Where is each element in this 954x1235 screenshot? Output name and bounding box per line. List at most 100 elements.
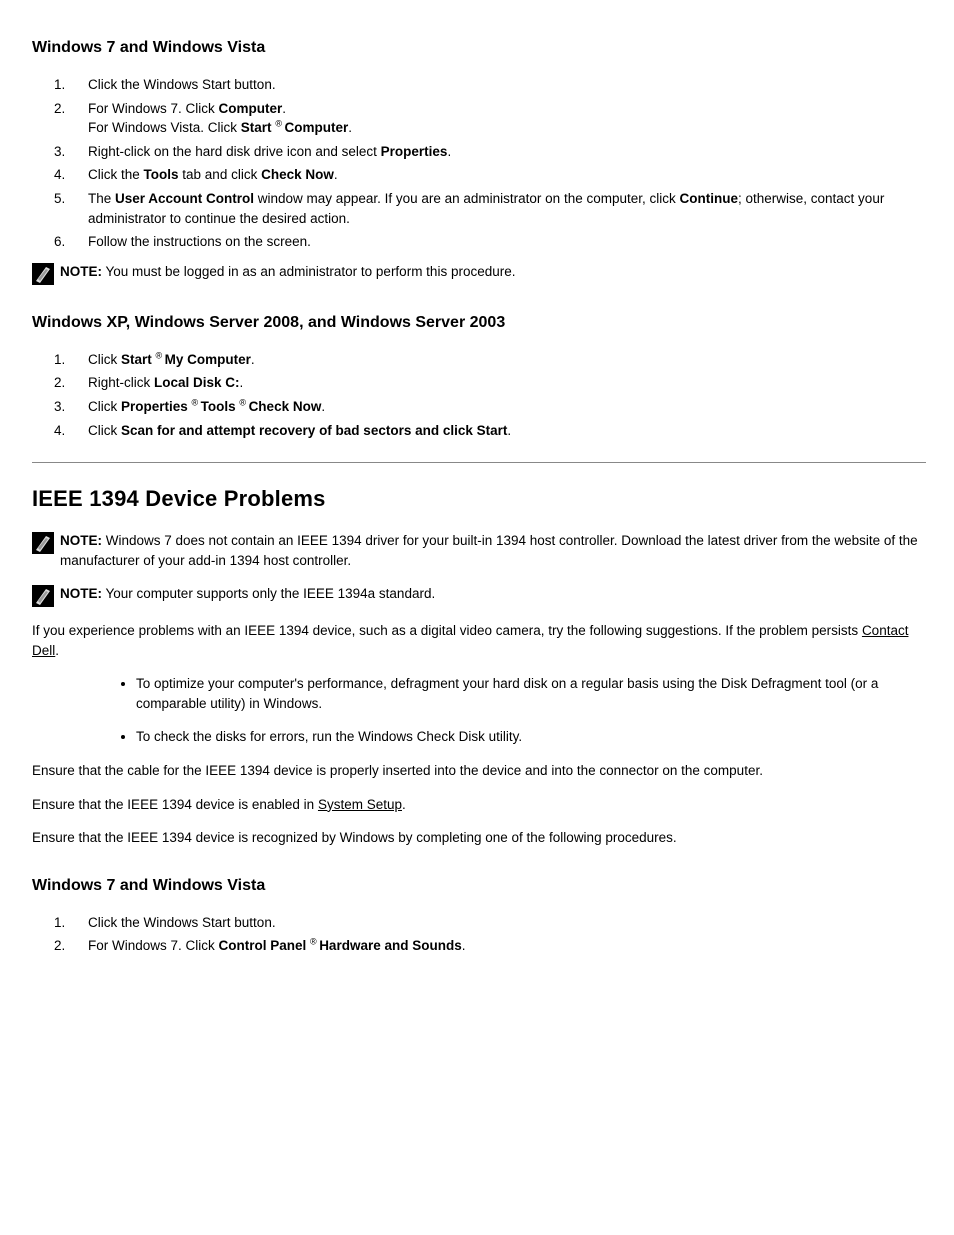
note-text: NOTE: Windows 7 does not contain an IEEE…	[60, 531, 926, 570]
note-row: NOTE: You must be logged in as an admini…	[32, 262, 926, 285]
bold: Properties	[121, 399, 192, 414]
text: .	[507, 423, 511, 438]
step-row: 2. For Windows 7. Click Computer. For Wi…	[32, 99, 926, 138]
registered-icon: ®	[310, 937, 319, 947]
registered-icon: ®	[156, 350, 165, 360]
bold: Properties	[381, 144, 448, 159]
step-row: 4. Click the Tools tab and click Check N…	[32, 165, 926, 185]
step-row: 3. Click Properties ® Tools ® Check Now.	[32, 397, 926, 417]
list-item: To optimize your computer's performance,…	[136, 674, 926, 713]
text: Click the	[88, 167, 144, 182]
bold: Scan for and attempt recovery of bad sec…	[121, 423, 507, 438]
text: .	[240, 375, 244, 390]
note-icon	[32, 585, 54, 607]
section-title: IEEE 1394 Device Problems	[32, 483, 926, 515]
text: For Windows Vista. Click	[88, 120, 241, 135]
step-number: 2.	[32, 373, 88, 393]
text: Ensure that the IEEE 1394 device is reco…	[32, 830, 677, 845]
text: .	[282, 101, 286, 116]
text: Click	[88, 352, 121, 367]
text: .	[462, 938, 466, 953]
text: Ensure that the IEEE 1394 device is enab…	[32, 797, 318, 812]
text: Ensure that the cable for the IEEE 1394 …	[32, 763, 763, 778]
note-label: NOTE:	[60, 586, 102, 601]
bold: Start	[121, 352, 156, 367]
note-text: NOTE: Your computer supports only the IE…	[60, 584, 926, 604]
step-text: Click Scan for and attempt recovery of b…	[88, 421, 926, 441]
paragraph: Ensure that the IEEE 1394 device is enab…	[32, 795, 926, 815]
bold: Control Panel	[219, 938, 311, 953]
note-row: NOTE: Your computer supports only the IE…	[32, 584, 926, 607]
step-number: 2.	[32, 936, 88, 956]
divider	[32, 462, 926, 463]
step-number: 2.	[32, 99, 88, 138]
step-text: Click Start ® My Computer.	[88, 350, 926, 370]
text: .	[321, 399, 325, 414]
step-text: Click the Windows Start button.	[88, 75, 926, 95]
bold: Tools	[144, 167, 179, 182]
step-row: 4. Click Scan for and attempt recovery o…	[32, 421, 926, 441]
note-label: NOTE:	[60, 533, 102, 548]
registered-icon: ®	[192, 398, 201, 408]
step-text: Click the Tools tab and click Check Now.	[88, 165, 926, 185]
text: Your computer supports only the IEEE 139…	[102, 586, 435, 601]
step-text: For Windows 7. Click Computer. For Windo…	[88, 99, 926, 138]
step-text: Right-click Local Disk C:.	[88, 373, 926, 393]
step-number: 1.	[32, 913, 88, 933]
bold: Local Disk C:	[154, 375, 240, 390]
heading-win7vista: Windows 7 and Windows Vista	[32, 36, 926, 59]
step-number: 1.	[32, 350, 88, 370]
system-setup-link[interactable]: System Setup	[318, 797, 402, 812]
text: If you experience problems with an IEEE …	[32, 623, 862, 638]
text: For Windows 7. Click	[88, 101, 219, 116]
step-number: 3.	[32, 142, 88, 162]
suggestion-list: To optimize your computer's performance,…	[32, 674, 926, 747]
bold: Continue	[680, 191, 739, 206]
list-item: To check the disks for errors, run the W…	[136, 727, 926, 747]
step-row: 6. Follow the instructions on the screen…	[32, 232, 926, 252]
text: .	[251, 352, 255, 367]
note-row: NOTE: Windows 7 does not contain an IEEE…	[32, 531, 926, 570]
step-row: 5. The User Account Control window may a…	[32, 189, 926, 228]
bold: My Computer	[165, 352, 251, 367]
step-number: 4.	[32, 165, 88, 185]
text: .	[402, 797, 406, 812]
paragraph: If you experience problems with an IEEE …	[32, 621, 926, 660]
bold: Check Now	[261, 167, 334, 182]
text: Right-click	[88, 375, 154, 390]
text: Click	[88, 423, 121, 438]
text: Windows 7 does not contain an IEEE 1394 …	[60, 533, 918, 568]
step-text: Follow the instructions on the screen.	[88, 232, 926, 252]
text: The	[88, 191, 115, 206]
step-number: 6.	[32, 232, 88, 252]
note-icon	[32, 532, 54, 554]
step-row: 3. Right-click on the hard disk drive ic…	[32, 142, 926, 162]
paragraph: Ensure that the IEEE 1394 device is reco…	[32, 828, 926, 848]
bold: Hardware and Sounds	[319, 938, 462, 953]
step-text: Right-click on the hard disk drive icon …	[88, 142, 926, 162]
text: Click	[88, 399, 121, 414]
bold: Check Now	[249, 399, 322, 414]
heading-win7vista-bottom: Windows 7 and Windows Vista	[32, 874, 926, 897]
step-number: 3.	[32, 397, 88, 417]
text: .	[447, 144, 451, 159]
bold: User Account Control	[115, 191, 254, 206]
bold: Start	[241, 120, 276, 135]
text: .	[348, 120, 352, 135]
step-row: 1. Click the Windows Start button.	[32, 913, 926, 933]
step-text: The User Account Control window may appe…	[88, 189, 926, 228]
text: tab and click	[179, 167, 262, 182]
step-row: 1. Click the Windows Start button.	[32, 75, 926, 95]
step-row: 2. Right-click Local Disk C:.	[32, 373, 926, 393]
step-number: 4.	[32, 421, 88, 441]
step-row: 2. For Windows 7. Click Control Panel ® …	[32, 936, 926, 956]
step-text: For Windows 7. Click Control Panel ® Har…	[88, 936, 926, 956]
note-label: NOTE:	[60, 264, 102, 279]
bold: Tools	[201, 399, 240, 414]
heading-winxp-server: Windows XP, Windows Server 2008, and Win…	[32, 311, 926, 334]
step-number: 1.	[32, 75, 88, 95]
text: window may appear. If you are an adminis…	[254, 191, 679, 206]
bold: Computer	[219, 101, 283, 116]
step-number: 5.	[32, 189, 88, 228]
text: .	[334, 167, 338, 182]
